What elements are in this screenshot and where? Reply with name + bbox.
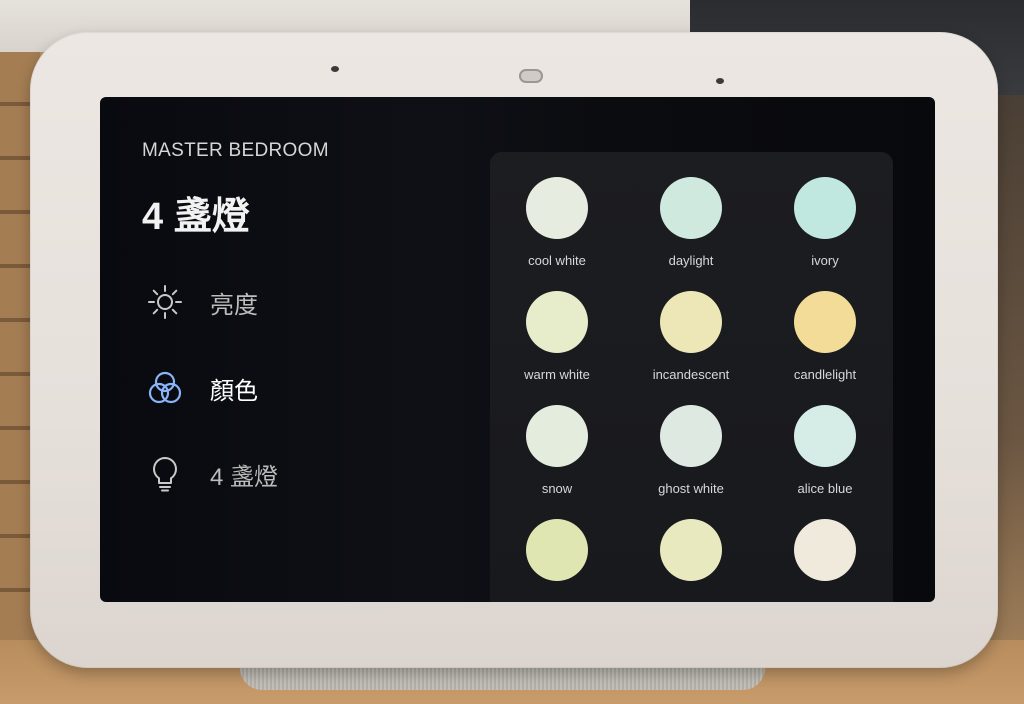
microphone-dot (716, 78, 724, 84)
control-menu: 亮度 顏色 4 盞燈 (145, 280, 278, 496)
menu-label: 4 盞燈 (210, 463, 279, 491)
menu-item-brightness[interactable]: 亮度 (145, 280, 278, 324)
device-screen: MASTER BEDROOM 4 盞燈 亮度 顏色 4 盞燈 cool whit… (100, 97, 935, 602)
swatch-daylight[interactable]: daylight (624, 177, 758, 291)
swatch-label: alice blue (797, 481, 853, 496)
color-circle[interactable] (526, 405, 588, 467)
swatch-label: snow (541, 481, 573, 496)
color-circle[interactable] (660, 405, 722, 467)
swatch-alice-blue[interactable]: alice blue (758, 405, 892, 519)
color-circle[interactable] (526, 177, 588, 239)
swatch-label: incandescent (652, 367, 730, 382)
page-title: 4 盞燈 (142, 196, 250, 238)
menu-label: 亮度 (210, 291, 258, 319)
swatch-row4-1[interactable] (490, 519, 624, 602)
menu-item-color[interactable]: 顏色 (145, 366, 278, 410)
room-name: MASTER BEDROOM (142, 140, 329, 161)
color-circle[interactable] (660, 291, 722, 353)
color-circle[interactable] (526, 291, 588, 353)
swatch-incandescent[interactable]: incandescent (624, 291, 758, 405)
swatch-label: ghost white (658, 481, 724, 496)
swatch-ivory[interactable]: ivory (758, 177, 892, 291)
color-circle[interactable] (794, 177, 856, 239)
swatch-label: ivory (811, 253, 839, 268)
swatch-cool-white[interactable]: cool white (490, 177, 624, 291)
color-circle[interactable] (794, 519, 856, 581)
swatch-warm-white[interactable]: warm white (490, 291, 624, 405)
color-circle[interactable] (660, 519, 722, 581)
color-circle[interactable] (526, 519, 588, 581)
color-circles-icon (145, 368, 185, 408)
swatch-label: candlelight (793, 367, 857, 382)
menu-label: 顏色 (210, 377, 258, 405)
camera-lens (519, 69, 543, 83)
menu-item-lights[interactable]: 4 盞燈 (145, 452, 278, 496)
color-circle[interactable] (660, 177, 722, 239)
color-picker-panel: cool white daylight ivory warm white inc… (490, 152, 893, 602)
color-circle[interactable] (794, 291, 856, 353)
lightbulb-icon (145, 454, 185, 494)
swatch-row4-2[interactable] (624, 519, 758, 602)
swatch-label: daylight (668, 253, 714, 268)
swatch-snow[interactable]: snow (490, 405, 624, 519)
light-sensor-dot (331, 66, 339, 72)
swatch-label: cool white (528, 253, 586, 268)
swatch-row4-3[interactable] (758, 519, 892, 602)
swatch-ghost-white[interactable]: ghost white (624, 405, 758, 519)
sun-icon (145, 282, 185, 322)
color-circle[interactable] (794, 405, 856, 467)
swatch-label: warm white (524, 367, 590, 382)
color-swatch-grid: cool white daylight ivory warm white inc… (490, 177, 892, 602)
swatch-candlelight[interactable]: candlelight (758, 291, 892, 405)
